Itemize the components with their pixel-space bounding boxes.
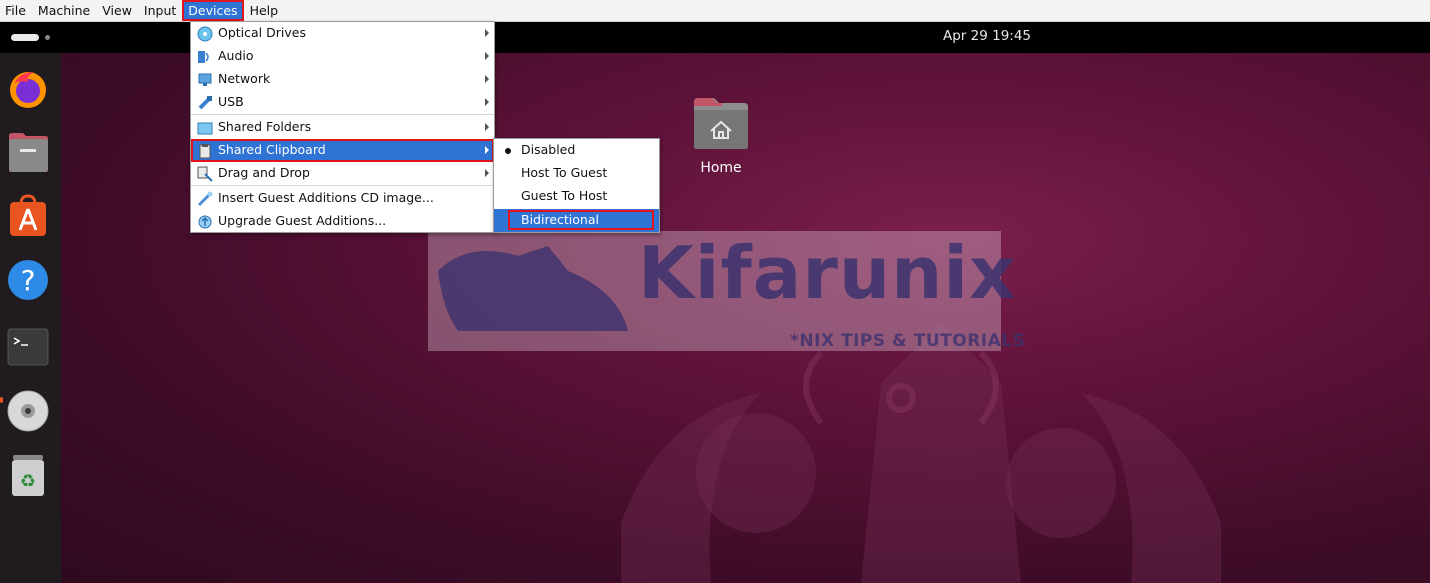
- menu-item-label: Insert Guest Additions CD image...: [218, 190, 434, 205]
- option-label: Bidirectional: [521, 212, 599, 227]
- menu-item-label: Shared Clipboard: [218, 142, 326, 157]
- menu-item-drag-and-drop[interactable]: Drag and Drop: [191, 162, 494, 185]
- network-icon: [198, 73, 212, 86]
- menu-item-label: USB: [218, 94, 244, 109]
- clock[interactable]: Apr 29 19:45: [943, 28, 1031, 44]
- submenu-arrow-icon: [485, 98, 489, 106]
- menu-item-network[interactable]: Network: [191, 68, 494, 91]
- terminal-icon[interactable]: [6, 325, 50, 369]
- activities-button[interactable]: [11, 34, 39, 41]
- menu-devices[interactable]: Devices: [182, 0, 244, 21]
- app-center-icon[interactable]: [6, 194, 50, 238]
- shared-clipboard-submenu: Disabled Host To Guest Guest To Host Bid…: [493, 138, 660, 233]
- watermark-text: Kifarunix: [638, 231, 1017, 315]
- menu-item-label: Optical Drives: [218, 25, 306, 40]
- submenu-arrow-icon: [485, 29, 489, 37]
- home-folder-icon[interactable]: [692, 96, 750, 150]
- menu-item-upgrade-guest-additions[interactable]: Upgrade Guest Additions...: [191, 210, 494, 233]
- option-label: Host To Guest: [521, 165, 608, 180]
- menu-item-label: Upgrade Guest Additions...: [218, 213, 387, 228]
- menu-separator: [191, 185, 494, 186]
- menu-item-usb[interactable]: USB: [191, 91, 494, 114]
- rhino-logo-icon: [438, 246, 628, 331]
- menu-view[interactable]: View: [97, 1, 137, 20]
- devices-menu: Optical Drives Audio Network USB Shared …: [190, 21, 495, 233]
- clipboard-option-disabled[interactable]: Disabled: [494, 139, 659, 162]
- menu-item-audio[interactable]: Audio: [191, 45, 494, 68]
- optical-disc-icon[interactable]: [6, 389, 50, 433]
- menu-item-shared-clipboard[interactable]: Shared Clipboard: [191, 139, 494, 162]
- disc-icon: [197, 26, 213, 42]
- menu-separator: [191, 114, 494, 115]
- watermark: Kifarunix *NIX TIPS & TUTORIALS: [428, 231, 1025, 351]
- firefox-icon[interactable]: [6, 66, 50, 110]
- menu-item-shared-folders[interactable]: Shared Folders: [191, 116, 494, 139]
- help-icon[interactable]: ?: [6, 258, 50, 302]
- clipboard-option-bidirectional[interactable]: Bidirectional: [494, 209, 659, 232]
- menu-item-optical-drives[interactable]: Optical Drives: [191, 22, 494, 45]
- menu-file[interactable]: File: [0, 1, 31, 20]
- submenu-arrow-icon: [485, 52, 489, 60]
- menu-input[interactable]: Input: [139, 1, 181, 20]
- menu-item-insert-guest-additions[interactable]: Insert Guest Additions CD image...: [191, 187, 494, 210]
- selected-bullet-icon: [505, 148, 511, 154]
- menu-help[interactable]: Help: [245, 1, 284, 20]
- submenu-arrow-icon: [485, 123, 489, 131]
- cd-insert-icon: [197, 191, 213, 207]
- submenu-arrow-icon: [485, 169, 489, 177]
- drag-drop-icon: [197, 166, 213, 182]
- running-indicator: [0, 397, 3, 403]
- menu-item-label: Drag and Drop: [218, 165, 310, 180]
- audio-icon: [198, 51, 209, 63]
- files-icon[interactable]: [6, 130, 50, 174]
- menu-item-label: Audio: [218, 48, 254, 63]
- menu-item-label: Shared Folders: [218, 119, 312, 134]
- menu-item-label: Network: [218, 71, 271, 86]
- watermark-subtitle: *NIX TIPS & TUTORIALS: [790, 331, 1026, 351]
- host-menubar: File Machine View Input Devices Help: [0, 0, 1430, 22]
- option-label: Disabled: [521, 142, 576, 157]
- svg-text:♻: ♻: [20, 471, 36, 492]
- folder-icon: [197, 122, 213, 135]
- svg-text:?: ?: [21, 264, 36, 297]
- dock: ? ♻: [0, 53, 61, 583]
- submenu-arrow-icon: [485, 75, 489, 83]
- option-label: Guest To Host: [521, 188, 608, 203]
- menu-machine[interactable]: Machine: [33, 1, 95, 20]
- upgrade-icon: [198, 215, 212, 229]
- clipboard-icon: [199, 144, 211, 159]
- usb-icon: [198, 96, 212, 110]
- trash-icon[interactable]: ♻: [6, 453, 50, 497]
- clipboard-option-guest-to-host[interactable]: Guest To Host: [494, 185, 659, 208]
- clipboard-option-host-to-guest[interactable]: Host To Guest: [494, 162, 659, 185]
- submenu-arrow-icon: [485, 146, 489, 154]
- workspace-indicator: [45, 35, 50, 40]
- home-label[interactable]: Home: [690, 160, 752, 176]
